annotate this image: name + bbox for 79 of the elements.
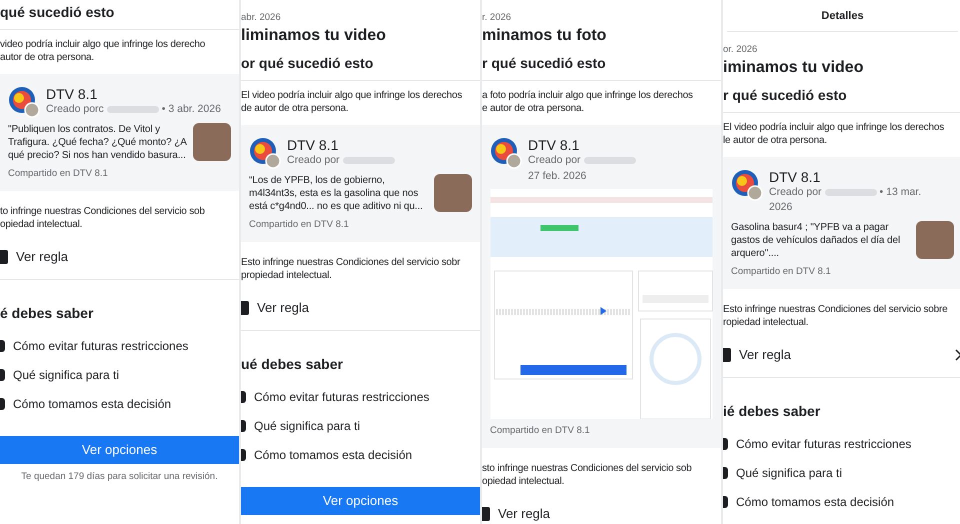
post-text: Gasolina basur4 ; "YPFB va a pagar gastos de vehículos dañados el día del arquero".... <box>731 221 900 260</box>
rule-book-icon <box>0 250 8 264</box>
view-rule-link[interactable]: Ver regla <box>739 345 946 365</box>
shared-label: Compartido en DTV 8.1 <box>490 424 591 438</box>
rule-book-icon <box>723 348 731 362</box>
date-text: or. 2026 <box>723 44 758 56</box>
reason-text: a foto podría incluir algo que infringe los derechos e autor de otra persona. <box>482 89 694 115</box>
post-date: • 13 mar. <box>880 184 922 200</box>
view-rule-link[interactable]: Ver regla <box>16 247 239 267</box>
account-name: DTV 8.1 <box>769 168 822 184</box>
header-title: Detalles <box>820 9 865 24</box>
section-heading: or qué sucedió esto <box>241 54 374 72</box>
info-link[interactable]: Qué significa para ti <box>736 464 842 481</box>
account-name: DTV 8.1 <box>528 137 580 153</box>
creator-label: Creado por <box>528 153 581 168</box>
terms-text: Esto infringe nuestras Condiciones del servicio sobr propiedad intelectual. <box>241 256 462 282</box>
item-icon <box>241 390 246 403</box>
item-icon <box>241 448 246 461</box>
terms-text: to infringe nuestras Condiciones del servicio sob opiedad intelectual. <box>0 205 206 232</box>
section-heading: qué sucedió esto <box>0 3 116 21</box>
item-icon <box>723 496 728 508</box>
item-icon <box>723 466 728 479</box>
rule-book-icon <box>241 301 249 315</box>
post-text: “Los de YPFB, los de gobierno, m4l34nt3s, esta es la gasolina que nos está c*g4nd0... no es que aditivo ni qu... <box>249 174 423 213</box>
item-icon <box>0 398 5 410</box>
creator-label: Creado por <box>769 184 822 200</box>
post-text: "Publiquen los contratos. De Vitol y Trafigura. ¿Qué fecha? ¿Qué monto? ¿A qué precio? Si nos han vendido basura... <box>8 123 187 162</box>
section-heading: é debes saber <box>0 304 94 322</box>
info-link[interactable]: Cómo tomamos esta decisión <box>13 396 172 412</box>
creator-label: Creado por <box>287 153 340 168</box>
avatar-icon <box>8 86 40 118</box>
section-heading: ué debes saber <box>241 354 344 373</box>
post-date: 2026 <box>769 200 794 216</box>
section-heading: ié debes saber <box>723 402 822 420</box>
creator-label: Creado porc <box>46 102 104 117</box>
avatar-icon <box>249 137 281 169</box>
reason-text: video podría incluir algo que infringe los derecho autor de otra persona. <box>0 38 206 64</box>
view-rule-link[interactable]: Ver regla <box>498 504 721 524</box>
info-link[interactable]: Cómo tomamos esta decisión <box>254 446 412 463</box>
item-icon <box>241 420 246 432</box>
info-link[interactable]: Cómo evitar futuras restricciones <box>254 388 430 405</box>
view-options-button[interactable]: Ver opciones <box>241 486 480 515</box>
rule-book-icon <box>482 506 490 520</box>
info-link[interactable]: Cómo evitar futuras restricciones <box>736 436 912 452</box>
footer-note: Te quedan 179 días para solicitar una revisión. <box>20 470 219 484</box>
date-text: r. 2026 <box>482 12 512 24</box>
shared-label: Compartido en DTV 8.1 <box>249 218 350 232</box>
info-link[interactable]: Qué significa para ti <box>13 366 120 383</box>
avatar-icon <box>490 137 522 169</box>
page-title: minamos tu foto <box>482 26 608 46</box>
info-link[interactable]: Cómo tomamos esta decisión <box>736 494 894 510</box>
info-link[interactable]: Qué significa para ti <box>254 418 360 434</box>
item-icon <box>0 340 5 352</box>
redacted-name <box>824 188 877 196</box>
avatar-icon <box>731 168 763 200</box>
shared-label: Compartido en DTV 8.1 <box>8 167 109 181</box>
chevron-icon <box>954 349 960 361</box>
account-name: DTV 8.1 <box>287 137 340 153</box>
item-icon <box>723 438 728 450</box>
info-link[interactable]: Cómo evitar futuras restricciones <box>13 338 188 354</box>
section-heading: r qué sucedió esto <box>482 54 607 72</box>
reason-text: El video podría incluir algo que infringe los derechos le autor de otra persona. <box>723 120 946 146</box>
post-date: 27 feb. 2026 <box>528 168 588 184</box>
terms-text: sto infringe nuestras Condiciones del servicio sob opiedad intelectual. <box>482 462 693 488</box>
post-date: • 3 abr. 2026 <box>162 102 221 117</box>
section-heading: r qué sucedió esto <box>723 86 848 104</box>
reason-text: El video podría incluir algo que infringe los derechos de autor de otra persona. <box>241 89 464 115</box>
date-text: abr. 2026 <box>241 12 282 24</box>
redacted-name <box>342 157 395 164</box>
page-title: iminamos tu video <box>723 58 864 78</box>
redacted-name <box>584 157 636 164</box>
account-name: DTV 8.1 <box>46 86 98 102</box>
redacted-name <box>106 106 159 114</box>
shared-label: Compartido en DTV 8.1 <box>731 265 832 279</box>
terms-text: Esto infringe nuestras Condiciones del servicio sobre ropiedad intelectual. <box>723 303 949 330</box>
view-rule-link[interactable]: Ver regla <box>257 298 480 318</box>
view-options-button[interactable]: Ver opciones <box>0 436 239 464</box>
item-icon <box>0 368 5 381</box>
page-title: liminamos tu video <box>241 26 387 46</box>
